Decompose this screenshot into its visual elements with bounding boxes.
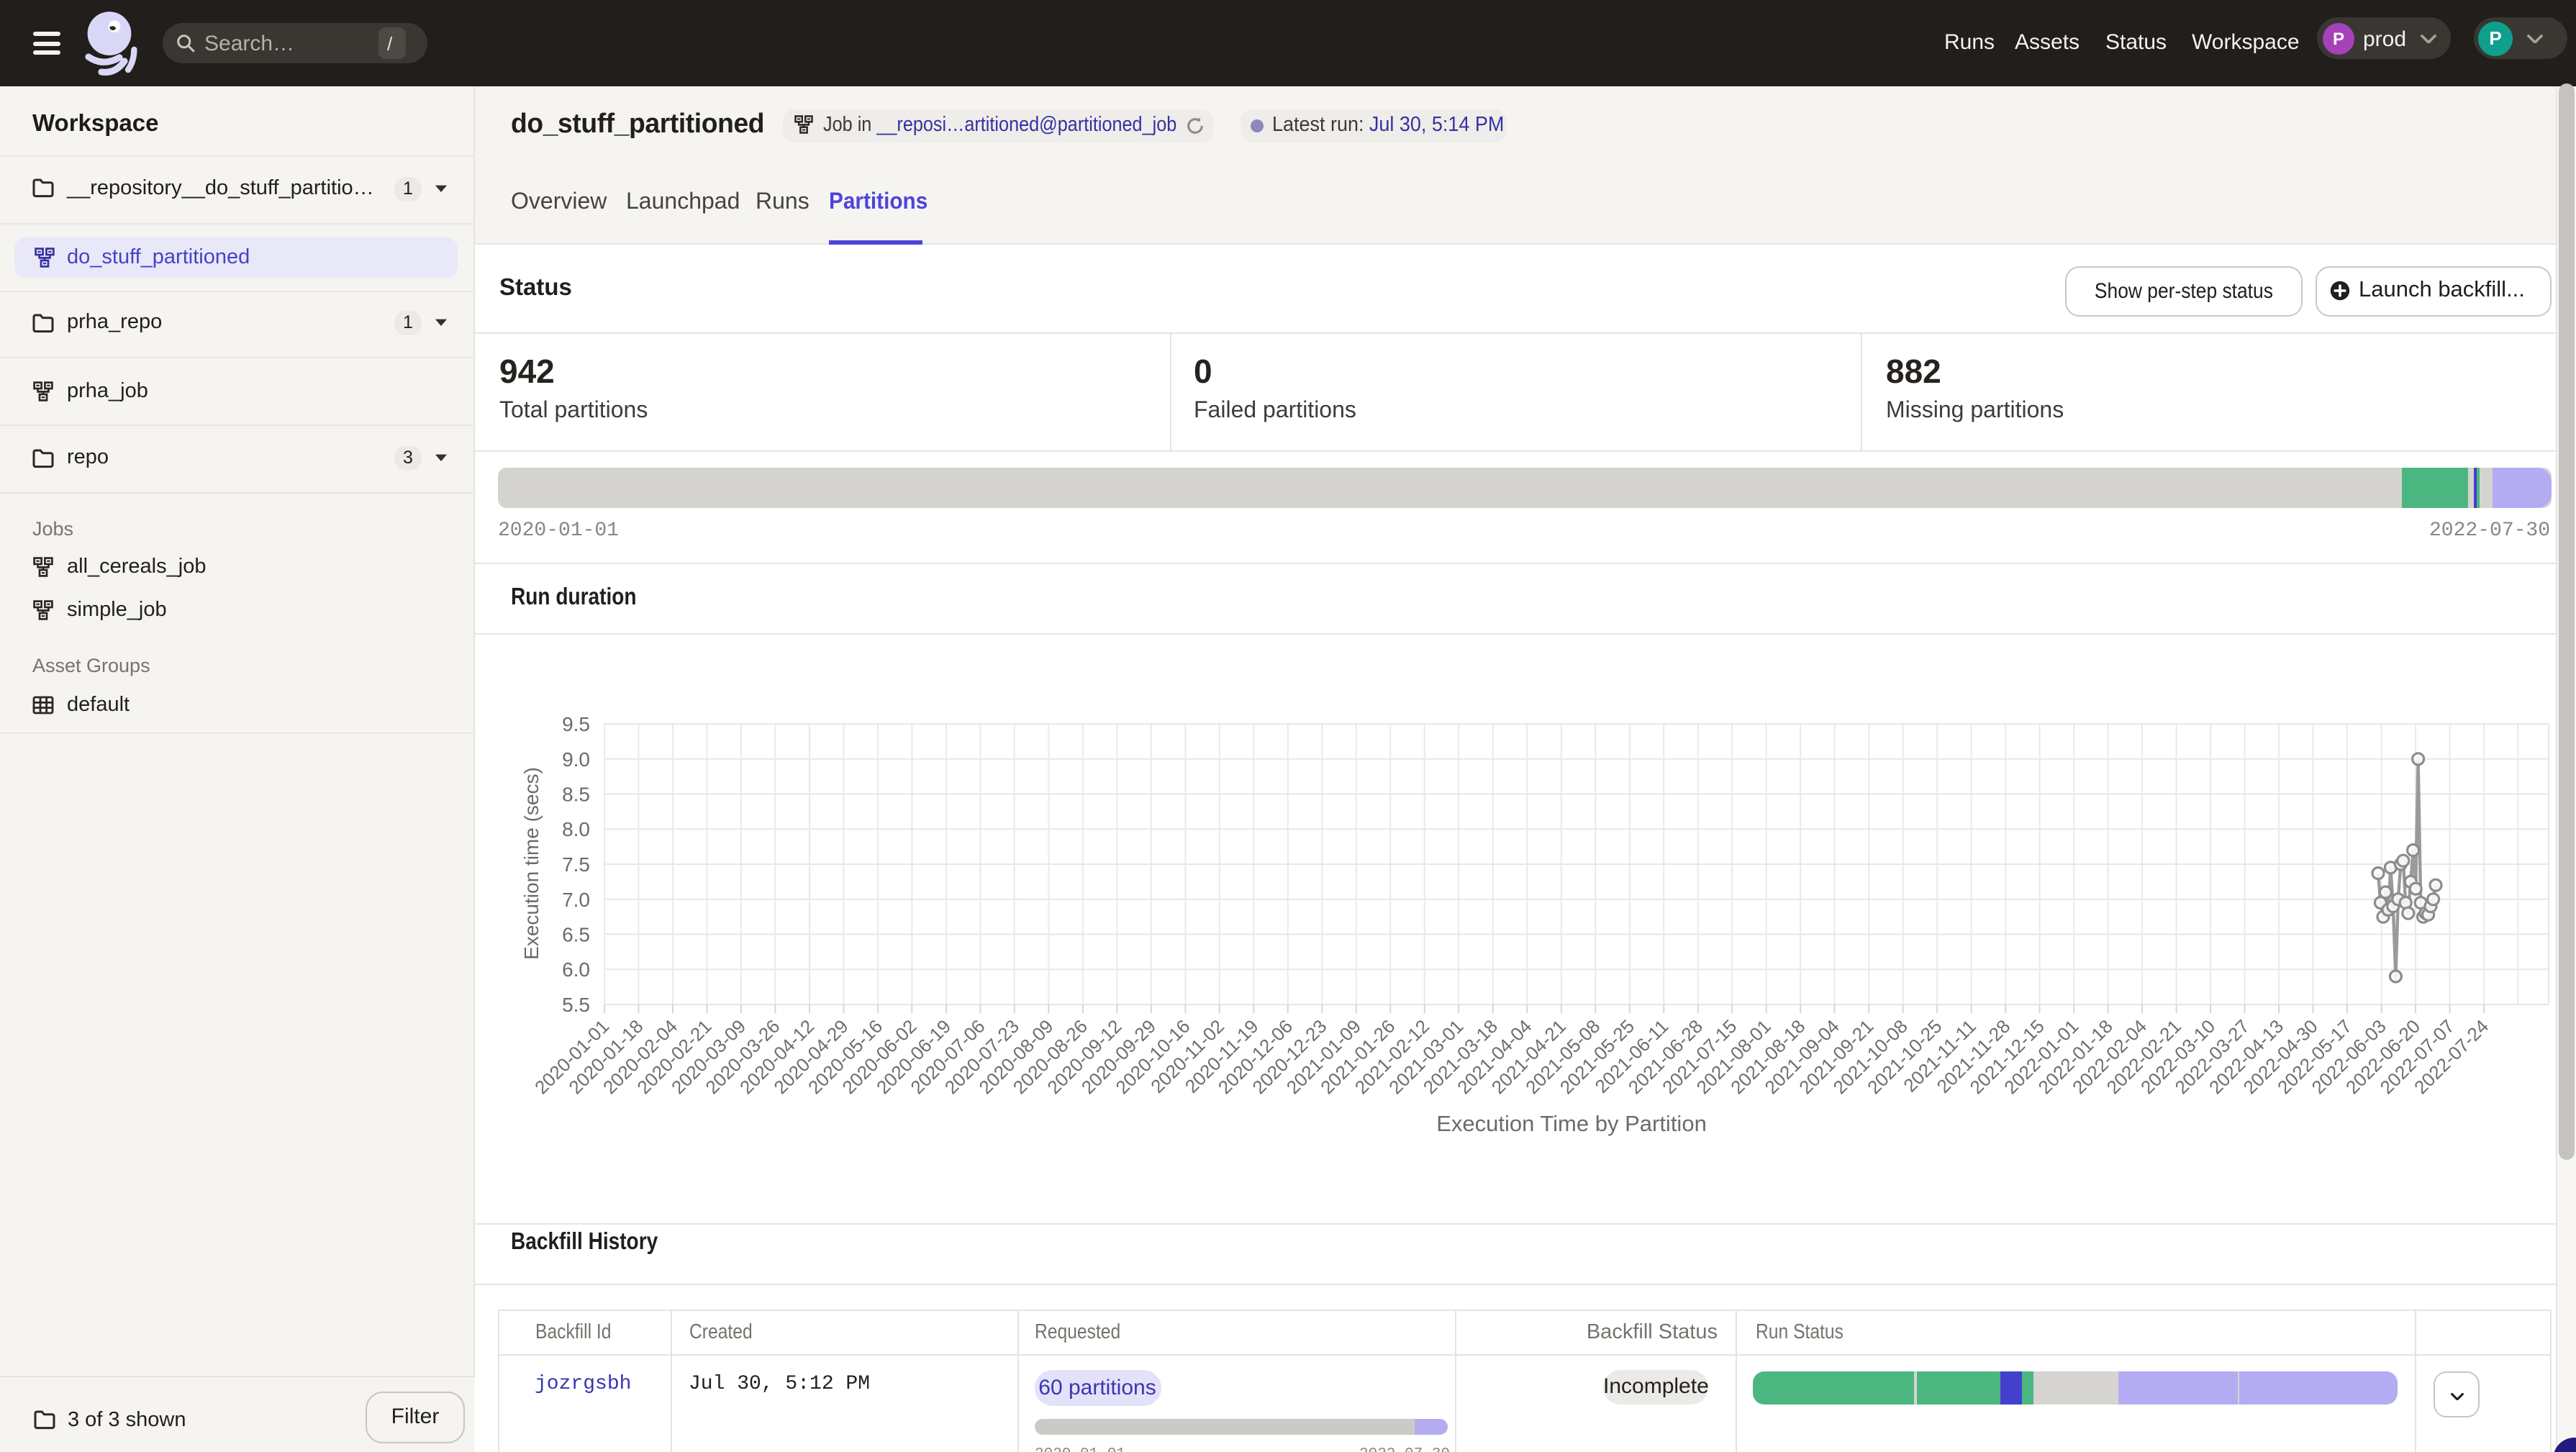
svg-text:8.5: 8.5 (562, 784, 590, 806)
svg-text:8.0: 8.0 (562, 818, 590, 840)
svg-text:7.5: 7.5 (562, 853, 590, 876)
svg-text:9.5: 9.5 (562, 713, 590, 735)
svg-text:9.0: 9.0 (562, 748, 590, 771)
svg-text:7.0: 7.0 (562, 889, 590, 911)
svg-text:6.0: 6.0 (562, 958, 590, 981)
svg-text:Execution time (secs): Execution time (secs) (520, 767, 543, 960)
svg-text:Execution Time by Partition: Execution Time by Partition (1436, 1111, 1707, 1136)
svg-text:5.5: 5.5 (562, 994, 590, 1016)
svg-text:6.5: 6.5 (562, 923, 590, 945)
